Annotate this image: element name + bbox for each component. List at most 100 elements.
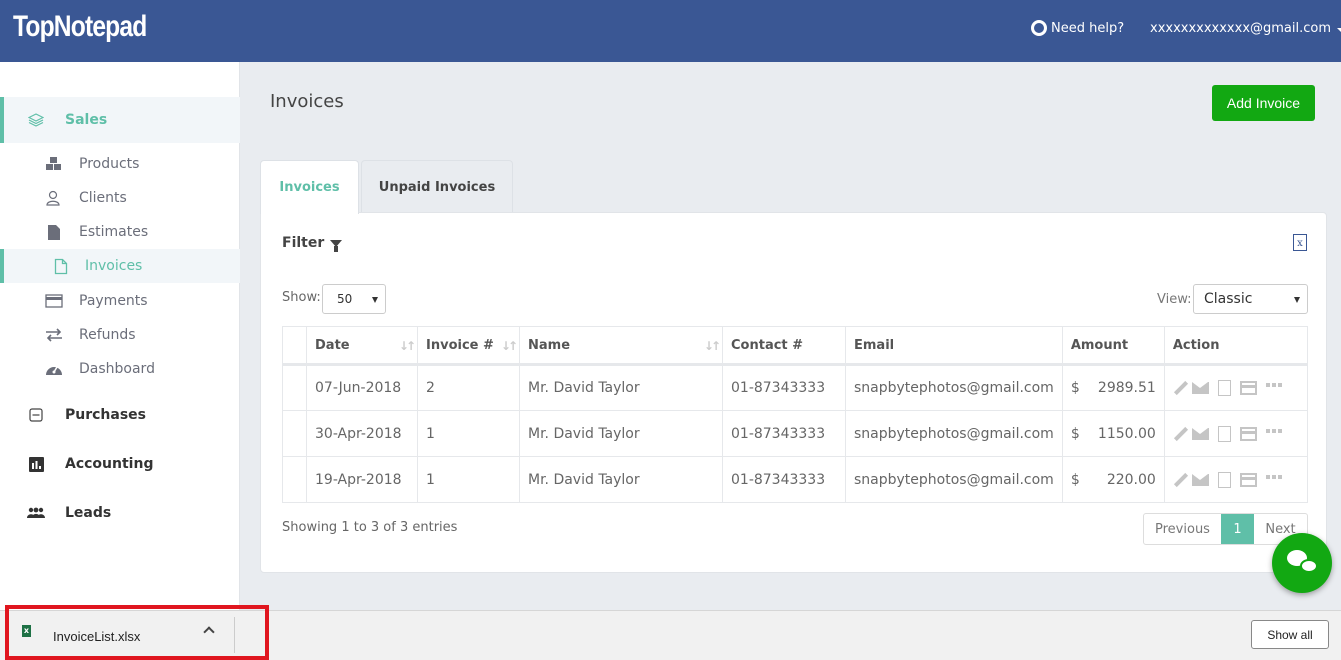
chat-bubble-icon [1300,559,1318,573]
live-chat-button[interactable] [1272,533,1332,593]
cell-email: snapbytephotos@gmail.com [845,456,1063,503]
amount-value: 2989.51 [1097,380,1156,396]
cell-date: 30-Apr-2018 [306,410,418,457]
sidebar-item-label: Payments [79,293,148,309]
minus-square-icon [28,407,44,423]
cell-email: snapbytephotos@gmail.com [845,410,1063,457]
download-item-content[interactable]: x InvoiceList.xlsx [9,609,233,656]
page-size-value: 50 [337,292,353,306]
cell-name: Mr. David Taylor [519,456,723,503]
edit-pencil-icon[interactable] [1173,472,1188,487]
sidebar-item-payments[interactable]: Payments [0,284,240,318]
tab-invoices[interactable]: Invoices [260,160,359,214]
bar-chart-icon [28,456,44,472]
view-select[interactable]: Classic [1193,284,1308,314]
file-icon [45,223,63,241]
invoices-table: Date ↓↑ Invoice # ↓↑ Name ↓↑ Contact # Emai… [282,326,1309,503]
sort-icon: ↓↑ [500,339,518,353]
export-excel-icon[interactable]: x [1293,234,1307,251]
invoices-panel: Filter x Show: 50 View: Classic Date ↓↑ I… [260,212,1327,573]
view-value: Classic [1204,291,1253,307]
cell-actions [1163,410,1309,457]
cell-amount: $2989.51 [1061,364,1165,411]
pdf-file-icon[interactable] [1217,380,1231,396]
sidebar-item-clients[interactable]: Clients [0,181,240,215]
view-label: View: [1157,292,1192,307]
currency-symbol: $ [1070,471,1080,488]
page-size-select[interactable]: 50 [322,284,386,314]
pdf-file-icon[interactable] [1217,425,1231,442]
user-email: xxxxxxxxxxxxx@gmail.com [1150,21,1332,36]
download-item[interactable]: x InvoiceList.xlsx [5,605,269,660]
sidebar-group-leads[interactable]: Leads [0,496,240,530]
more-options-icon[interactable] [1265,428,1283,433]
cell-actions [1163,456,1309,503]
cell-email: snapbytephotos@gmail.com [845,364,1063,411]
table-row[interactable]: 07-Jun-2018 2 Mr. David Taylor 01-87343333 s… [282,364,1309,411]
table-row[interactable]: 30-Apr-2018 1 Mr. David Taylor 01-87343333 s… [282,410,1309,457]
app-logo[interactable]: TopNotepad [13,10,147,44]
users-icon [26,505,46,521]
exchange-icon [45,326,63,344]
column-header-amount: Amount [1061,326,1165,366]
user-menu[interactable]: xxxxxxxxxxxxx@gmail.com [1150,21,1341,36]
sidebar-item-products[interactable]: Products [0,147,240,181]
sidebar-group-accounting[interactable]: Accounting [0,447,240,481]
cell-contact: 01-87343333 [722,410,846,457]
add-invoice-button[interactable]: Add Invoice [1212,85,1315,121]
cell-contact: 01-87343333 [722,364,846,411]
layers-icon [28,112,44,128]
sidebar-group-label: Accounting [65,456,154,472]
email-envelope-icon[interactable] [1191,473,1209,486]
column-header-invoice[interactable]: Invoice # ↓↑ [417,326,520,366]
sidebar-group-purchases[interactable]: Purchases [0,398,240,432]
edit-pencil-icon[interactable] [1173,426,1188,441]
table-row[interactable]: 19-Apr-2018 1 Mr. David Taylor 01-87343333 s… [282,456,1309,503]
sidebar-group-sales[interactable]: Sales [0,97,240,143]
column-header-name[interactable]: Name ↓↑ [519,326,723,366]
pagination-page-1[interactable]: 1 [1221,514,1254,544]
divider [234,617,235,653]
need-help-link[interactable]: Need help? [1031,20,1124,36]
pdf-file-icon[interactable] [1217,471,1231,488]
cell-amount: $1150.00 [1061,410,1165,457]
row-select-cell [282,410,307,457]
cell-invoice-number: 1 [417,456,520,503]
tab-unpaid-invoices[interactable]: Unpaid Invoices [361,160,513,213]
filter-icon [330,239,343,252]
sidebar-item-label: Estimates [79,224,149,240]
column-header-date[interactable]: Date ↓↑ [306,326,418,366]
row-select-cell [282,364,307,411]
payment-card-icon[interactable] [1239,381,1257,395]
caret-down-icon [1337,27,1341,32]
file-outline-icon [52,257,70,275]
filter-toggle[interactable]: Filter [282,235,343,252]
sidebar-item-dashboard[interactable]: Dashboard [0,352,240,386]
payment-card-icon[interactable] [1239,426,1257,441]
cell-invoice-number: 1 [417,410,520,457]
payment-card-icon[interactable] [1239,472,1257,487]
currency-symbol: $ [1070,425,1080,442]
column-header-email: Email [845,326,1063,366]
sidebar-item-refunds[interactable]: Refunds [0,318,240,352]
email-envelope-icon[interactable] [1191,382,1209,394]
cell-invoice-number: 2 [417,364,520,411]
column-header-contact: Contact # [722,326,846,366]
more-options-icon[interactable] [1265,383,1283,387]
download-file-name: InvoiceList.xlsx [53,629,141,644]
filter-label: Filter [282,235,325,251]
pagination-previous[interactable]: Previous [1144,514,1221,544]
email-envelope-icon[interactable] [1191,427,1209,440]
edit-pencil-icon[interactable] [1173,380,1188,396]
more-options-icon[interactable] [1265,474,1283,479]
sidebar-item-label: Dashboard [79,361,155,377]
caret-down-icon [1294,297,1300,303]
show-all-downloads-button[interactable]: Show all [1251,620,1329,649]
cell-contact: 01-87343333 [722,456,846,503]
sidebar-item-invoices[interactable]: Invoices [0,249,240,283]
chevron-up-icon[interactable] [203,626,215,638]
cell-date: 19-Apr-2018 [306,456,418,503]
sidebar-group-label: Sales [65,112,108,128]
sidebar-item-label: Refunds [79,327,136,343]
sidebar-item-estimates[interactable]: Estimates [0,215,240,249]
